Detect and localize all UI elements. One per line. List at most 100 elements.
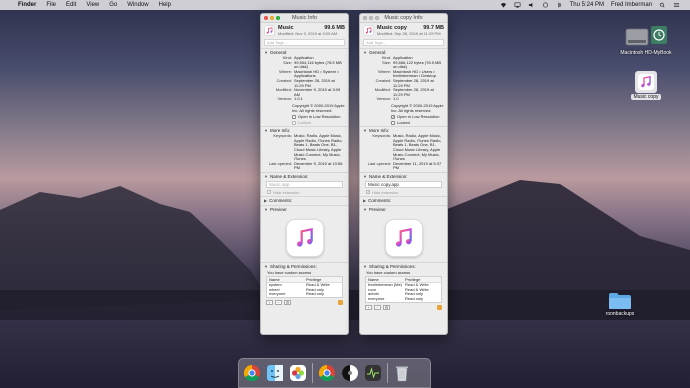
menubar-clock[interactable]: Thu 5:24 PM bbox=[570, 2, 604, 8]
volume-icon[interactable] bbox=[528, 2, 535, 8]
dock-item-photos[interactable] bbox=[288, 363, 308, 383]
name-field[interactable]: Music copy.app bbox=[365, 180, 442, 188]
dock-item-chrome-2[interactable] bbox=[317, 363, 337, 383]
sharing-disclosure[interactable]: ▼ Sharing & Permissions: bbox=[363, 264, 444, 269]
disclosure-triangle-icon[interactable]: ▼ bbox=[264, 207, 268, 212]
sharing-disclosure[interactable]: ▼ Sharing & Permissions: bbox=[264, 264, 345, 269]
preview-disclosure[interactable]: ▼ Preview: bbox=[363, 207, 444, 212]
menu-file[interactable]: File bbox=[46, 2, 56, 8]
disclosure-triangle-icon[interactable]: ▼ bbox=[363, 128, 367, 133]
tags-input[interactable]: Add Tags... bbox=[264, 39, 345, 46]
dock-item-finder[interactable] bbox=[265, 363, 285, 383]
airplay-icon[interactable] bbox=[514, 2, 521, 8]
perm-privilege[interactable]: Read only bbox=[306, 292, 340, 297]
add-permission-button[interactable]: + bbox=[365, 305, 372, 311]
table-row[interactable]: everyone Read only bbox=[366, 296, 441, 302]
bluetooth-icon[interactable] bbox=[556, 2, 563, 8]
menu-edit[interactable]: Edit bbox=[66, 2, 76, 8]
disclosure-triangle-icon[interactable]: ▼ bbox=[363, 264, 367, 269]
disclosure-triangle-icon[interactable]: ▶ bbox=[363, 198, 366, 203]
section-title: Comments: bbox=[269, 197, 293, 203]
menu-view[interactable]: View bbox=[86, 2, 99, 8]
last-opened-label: Last opened: bbox=[268, 160, 292, 166]
comments-disclosure[interactable]: ▶ Comments: bbox=[264, 198, 345, 203]
remove-permission-button[interactable]: − bbox=[275, 300, 282, 306]
info-window-music[interactable]: Music Info Music 99.6 MB Modified: Nov 9,… bbox=[260, 13, 349, 335]
lock-icon[interactable] bbox=[437, 305, 442, 311]
section-title: Name & Extension: bbox=[368, 173, 408, 179]
time-machine-icon[interactable] bbox=[542, 2, 549, 8]
preview-disclosure[interactable]: ▼ Preview: bbox=[264, 207, 345, 212]
desktop-icon-music-copy[interactable]: Music copy bbox=[616, 71, 676, 100]
open-low-res-checkbox[interactable]: ✓ Open in Low Resolution bbox=[391, 114, 444, 119]
locked-checkbox[interactable]: Locked bbox=[292, 120, 345, 125]
window-titlebar[interactable]: Music Info bbox=[261, 14, 348, 23]
remove-permission-button[interactable]: − bbox=[374, 305, 381, 311]
checkbox-icon[interactable] bbox=[267, 190, 271, 195]
search-icon[interactable] bbox=[659, 2, 666, 8]
general-section: ▼ General: Kind: Application Size: 99,554,1… bbox=[261, 48, 348, 126]
checkbox-icon[interactable] bbox=[391, 120, 395, 125]
add-permission-button[interactable]: + bbox=[266, 300, 273, 306]
disclosure-triangle-icon[interactable]: ▼ bbox=[363, 50, 367, 55]
window-title: Music Info bbox=[291, 15, 318, 21]
menu-window[interactable]: Window bbox=[127, 2, 148, 8]
selection-highlight bbox=[635, 71, 657, 93]
open-low-res-checkbox[interactable]: Open in Low Resolution bbox=[292, 114, 345, 119]
more-info-section: ▼ More Info: Keywords: Music, Radio, Apple… bbox=[360, 126, 447, 172]
checkmark-icon[interactable]: ✓ bbox=[366, 190, 370, 195]
disclosure-triangle-icon[interactable]: ▼ bbox=[264, 50, 268, 55]
perm-user: everyone bbox=[368, 296, 385, 302]
hide-extension-checkbox[interactable]: Hide extension bbox=[267, 190, 345, 195]
dock-item-chrome[interactable] bbox=[242, 363, 262, 383]
dock-item-trash[interactable] bbox=[392, 363, 412, 383]
table-row[interactable]: everyone Read only bbox=[267, 292, 342, 297]
lock-icon[interactable] bbox=[338, 300, 343, 306]
menu-go[interactable]: Go bbox=[109, 2, 117, 8]
keywords-value: Music, Radio, Apple Music, Apple Radio, … bbox=[294, 133, 343, 162]
access-note: You have custom access bbox=[366, 269, 411, 275]
music-preview-icon bbox=[384, 218, 423, 257]
comments-disclosure[interactable]: ▶ Comments: bbox=[363, 198, 444, 203]
action-gear-button[interactable]: ⚙ bbox=[383, 305, 390, 311]
menubar-user[interactable]: Fred Imberman bbox=[611, 2, 652, 8]
tags-input[interactable]: Add Tags... bbox=[363, 39, 444, 46]
control-center-icon[interactable] bbox=[673, 2, 680, 8]
modified-value: September 28, 2019 at 11:29 PM bbox=[393, 87, 434, 97]
version-value: 1.0 bbox=[393, 96, 399, 102]
name-extension-disclosure[interactable]: ▼ Name & Extension: bbox=[264, 174, 345, 179]
disclosure-triangle-icon[interactable]: ▼ bbox=[264, 264, 268, 269]
desktop-icon-roonbackups[interactable]: roonbackups bbox=[590, 292, 650, 317]
version-label: Version: bbox=[376, 96, 391, 102]
comments-section: ▶ Comments: bbox=[261, 195, 348, 205]
dock-item-roon[interactable] bbox=[340, 363, 360, 383]
disclosure-triangle-icon[interactable]: ▶ bbox=[264, 198, 267, 203]
wifi-icon[interactable] bbox=[500, 2, 507, 8]
action-gear-button[interactable]: ⚙ bbox=[284, 300, 291, 306]
menu-app-finder[interactable]: Finder bbox=[18, 2, 36, 8]
disclosure-triangle-icon[interactable]: ▼ bbox=[264, 128, 268, 133]
section-title: Comments: bbox=[368, 197, 392, 203]
permissions-table[interactable]: Name Privilege fredimberman (Me) Read & Wr… bbox=[365, 275, 442, 304]
window-titlebar[interactable]: Music copy Info bbox=[360, 14, 447, 23]
desktop-icon-label: Macintosh HD-MyBook bbox=[620, 50, 672, 56]
hide-extension-checkbox[interactable]: ✓ Hide extension bbox=[366, 190, 444, 195]
disclosure-triangle-icon[interactable]: ▼ bbox=[264, 174, 268, 179]
chrome-icon bbox=[243, 364, 260, 382]
menu-help[interactable]: Help bbox=[159, 2, 171, 8]
disclosure-triangle-icon[interactable]: ▼ bbox=[363, 207, 367, 212]
access-note: You have custom access bbox=[267, 269, 312, 275]
disclosure-triangle-icon[interactable]: ▼ bbox=[363, 174, 367, 179]
checkmark-icon[interactable]: ✓ bbox=[391, 114, 395, 119]
checkbox-icon[interactable] bbox=[292, 114, 296, 119]
checkbox-icon[interactable] bbox=[292, 120, 296, 125]
locked-checkbox[interactable]: Locked bbox=[391, 120, 444, 125]
perm-privilege[interactable]: Read only bbox=[405, 296, 439, 302]
dock-item-activity-monitor[interactable] bbox=[363, 363, 383, 383]
permissions-table[interactable]: Name Privilege system Read & Write wheel Re… bbox=[266, 275, 343, 299]
info-window-music-copy[interactable]: Music copy Info Music copy 99.7 MB Modifi… bbox=[359, 13, 448, 335]
desktop-icon-macintosh-hd-mybook[interactable]: Macintosh HD-MyBook bbox=[616, 25, 676, 56]
name-extension-disclosure[interactable]: ▼ Name & Extension: bbox=[363, 174, 444, 179]
name-field[interactable]: Music.app bbox=[266, 180, 343, 188]
section-title: Sharing & Permissions: bbox=[368, 263, 416, 269]
